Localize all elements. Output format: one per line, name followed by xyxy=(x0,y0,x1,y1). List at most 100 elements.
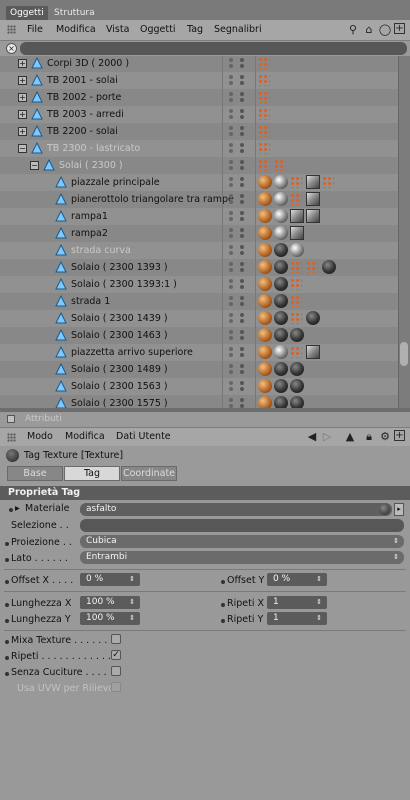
render-dots-icon[interactable] xyxy=(240,160,245,171)
render-dots-icon[interactable] xyxy=(240,279,245,290)
selection-tag-icon[interactable] xyxy=(290,193,302,205)
visibility-dots-icon[interactable] xyxy=(229,245,234,256)
phong-tag-icon[interactable] xyxy=(258,379,272,393)
tab-coordinate[interactable]: Coordinate xyxy=(121,466,177,481)
visibility-dots-icon[interactable] xyxy=(229,75,234,86)
visibility-dots-icon[interactable] xyxy=(229,211,234,222)
uvw-tag-icon[interactable] xyxy=(306,209,320,223)
tree-row[interactable]: pianerottolo triangolare tra rampe xyxy=(0,191,398,208)
stepper-arrow-icon[interactable]: ⇕ xyxy=(316,573,322,586)
collapse-icon[interactable]: − xyxy=(30,161,39,170)
selection-tag-icon[interactable] xyxy=(258,142,270,154)
tree-row[interactable]: Solaio ( 2300 1575 ) xyxy=(0,395,398,408)
selection-tag-icon[interactable] xyxy=(290,312,302,324)
uvw-tag-icon[interactable] xyxy=(290,226,304,240)
texture-tag-icon[interactable] xyxy=(274,226,288,240)
phong-tag-icon[interactable] xyxy=(258,311,272,325)
visibility-dots-icon[interactable] xyxy=(229,279,234,290)
texture-tag-icon[interactable] xyxy=(290,328,304,342)
stepper-arrow-icon[interactable]: ⇕ xyxy=(129,612,135,625)
uvw-tag-icon[interactable] xyxy=(306,175,320,189)
expand-icon[interactable]: + xyxy=(18,110,27,119)
visibility-dots-icon[interactable] xyxy=(229,228,234,239)
selection-tag-icon[interactable] xyxy=(258,125,270,137)
tree-row[interactable]: Solaio ( 2300 1463 ) xyxy=(0,327,398,344)
expand-icon[interactable]: + xyxy=(18,59,27,68)
visibility-dots-icon[interactable] xyxy=(229,109,234,120)
visibility-dots-icon[interactable] xyxy=(229,160,234,171)
texture-tag-icon[interactable] xyxy=(274,192,288,206)
visibility-dots-icon[interactable] xyxy=(229,126,234,137)
offset-y-input[interactable]: 0 % ⇕ xyxy=(267,573,327,586)
tree-scrollbar-thumb[interactable] xyxy=(400,342,408,366)
tree-row[interactable]: strada 1 xyxy=(0,293,398,310)
visibility-dots-icon[interactable] xyxy=(229,364,234,375)
tree-row[interactable]: Solaio ( 2300 1393:1 ) xyxy=(0,276,398,293)
animate-bullet-icon[interactable] xyxy=(9,508,13,512)
phong-tag-icon[interactable] xyxy=(258,175,272,189)
material-link-arrow-icon[interactable]: ▸ xyxy=(394,503,404,516)
visibility-dots-icon[interactable] xyxy=(229,177,234,188)
render-dots-icon[interactable] xyxy=(240,75,245,86)
visibility-dots-icon[interactable] xyxy=(229,330,234,341)
phong-tag-icon[interactable] xyxy=(258,396,272,408)
texture-tag-icon[interactable] xyxy=(306,311,320,325)
material-field[interactable]: asfalto xyxy=(80,503,392,516)
selection-field[interactable] xyxy=(80,519,404,532)
expand-icon[interactable]: + xyxy=(18,127,27,136)
uvw-tag-icon[interactable] xyxy=(290,209,304,223)
selection-tag-icon[interactable] xyxy=(290,346,302,358)
animate-bullet-icon[interactable] xyxy=(221,619,225,623)
animate-bullet-icon[interactable] xyxy=(5,619,9,623)
animate-bullet-icon[interactable] xyxy=(221,603,225,607)
animate-bullet-icon[interactable] xyxy=(5,672,9,676)
texture-tag-icon[interactable] xyxy=(274,345,288,359)
selection-tag-icon[interactable] xyxy=(290,176,302,188)
stepper-arrow-icon[interactable]: ⇕ xyxy=(316,596,322,609)
render-dots-icon[interactable] xyxy=(240,126,245,137)
visibility-dots-icon[interactable] xyxy=(229,347,234,358)
side-dropdown[interactable]: Entrambi ⇕ xyxy=(80,551,404,564)
selection-tag-icon[interactable] xyxy=(306,261,318,273)
render-dots-icon[interactable] xyxy=(240,194,245,205)
selection-tag-icon[interactable] xyxy=(258,108,270,120)
texture-tag-icon[interactable] xyxy=(274,209,288,223)
visibility-dots-icon[interactable] xyxy=(229,92,234,103)
tree-row[interactable]: strada curva xyxy=(0,242,398,259)
visibility-dots-icon[interactable] xyxy=(229,381,234,392)
grip-icon[interactable] xyxy=(7,433,16,442)
phong-tag-icon[interactable] xyxy=(258,243,272,257)
animate-bullet-icon[interactable] xyxy=(5,656,9,660)
material-expander-icon[interactable]: ▸ xyxy=(15,503,20,514)
texture-tag-icon[interactable] xyxy=(274,362,288,376)
texture-tag-icon[interactable] xyxy=(290,362,304,376)
selection-tag-icon[interactable] xyxy=(322,176,334,188)
expand-icon[interactable]: + xyxy=(18,93,27,102)
search-input[interactable] xyxy=(20,42,407,55)
tab-base[interactable]: Base xyxy=(7,466,63,481)
phong-tag-icon[interactable] xyxy=(258,209,272,223)
texture-tag-icon[interactable] xyxy=(274,277,288,291)
animate-bullet-icon[interactable] xyxy=(5,558,9,562)
render-dots-icon[interactable] xyxy=(240,262,245,273)
selection-tag-icon[interactable] xyxy=(258,57,270,69)
attributes-title[interactable]: Attributi xyxy=(25,414,62,424)
texture-tag-icon[interactable] xyxy=(322,260,336,274)
render-dots-icon[interactable] xyxy=(240,313,245,324)
menu-modifica-attr[interactable]: Modifica xyxy=(65,431,105,442)
render-dots-icon[interactable] xyxy=(240,92,245,103)
visibility-dots-icon[interactable] xyxy=(229,398,234,408)
menu-tag[interactable]: Tag xyxy=(187,24,203,35)
render-dots-icon[interactable] xyxy=(240,347,245,358)
visibility-dots-icon[interactable] xyxy=(229,262,234,273)
render-dots-icon[interactable] xyxy=(240,398,245,408)
tree-row[interactable]: rampa2 xyxy=(0,225,398,242)
render-dots-icon[interactable] xyxy=(240,143,245,154)
phong-tag-icon[interactable] xyxy=(258,294,272,308)
tree-row[interactable]: − TB 2300 - lastricato xyxy=(0,140,398,157)
grip-icon[interactable] xyxy=(7,25,16,34)
selection-tag-icon[interactable] xyxy=(290,295,302,307)
tree-row[interactable]: + TB 2001 - solai xyxy=(0,72,398,89)
tree-row[interactable]: Solaio ( 2300 1489 ) xyxy=(0,361,398,378)
repeat-checkbox[interactable]: ✓ xyxy=(111,650,121,660)
